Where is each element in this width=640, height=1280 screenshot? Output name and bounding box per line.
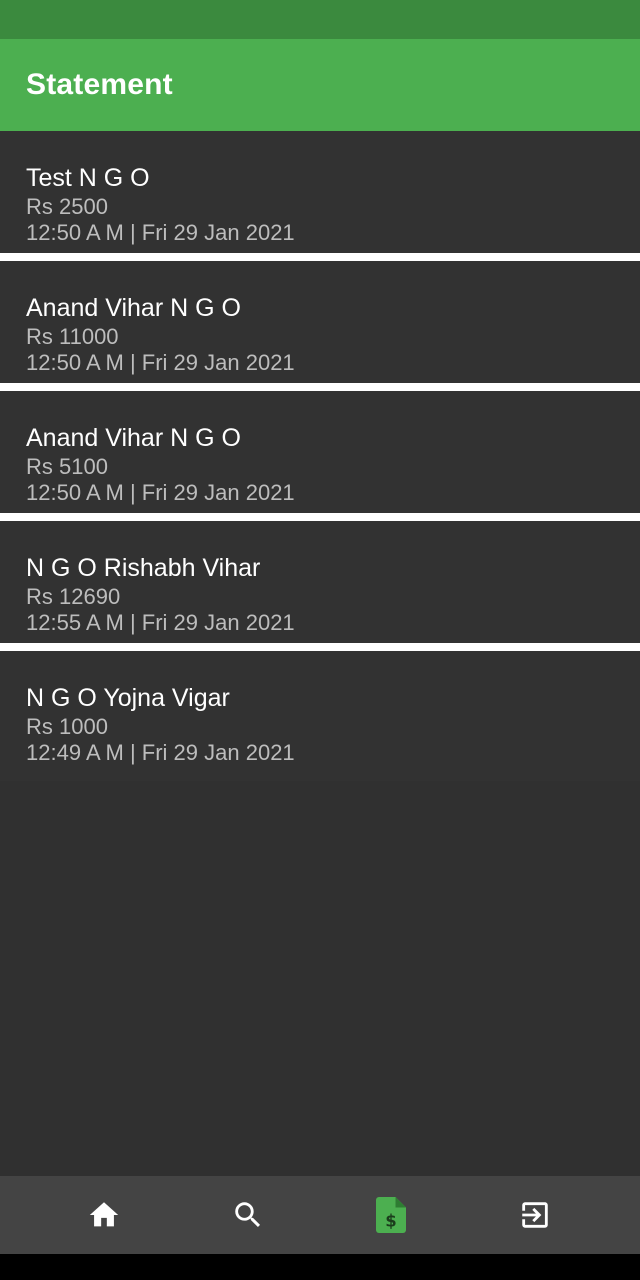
statement-item-time: 12:55 A M | Fri 29 Jan 2021 — [26, 610, 295, 635]
statement-item-name: Anand Vihar N G O — [26, 424, 241, 452]
statement-item-name: N G O Rishabh Vihar — [26, 554, 261, 582]
statement-item-time: 12:50 A M | Fri 29 Jan 2021 — [26, 220, 295, 245]
statement-list: Test N G O Rs 2500 12:50 A M | Fri 29 Ja… — [0, 131, 640, 781]
statement-item-time: 12:49 A M | Fri 29 Jan 2021 — [26, 740, 295, 765]
search-icon — [235, 1202, 261, 1228]
statement-item-amount: Rs 5100 — [26, 454, 108, 479]
status-bar — [0, 0, 640, 39]
statement-item[interactable]: Anand Vihar N G O Rs 11000 12:50 A M | F… — [0, 261, 640, 391]
nav-logout-button[interactable] — [495, 1176, 575, 1254]
app-bar: Statement — [0, 39, 640, 131]
statement-item[interactable]: N G O Yojna Vigar Rs 1000 12:49 A M | Fr… — [0, 651, 640, 781]
home-icon — [89, 1202, 119, 1227]
statement-item-amount: Rs 1000 — [26, 714, 108, 739]
statement-item-amount: Rs 2500 — [26, 194, 108, 219]
nav-home-button[interactable] — [64, 1176, 144, 1254]
system-navigation-bar — [0, 1254, 640, 1280]
statement-item-amount: Rs 11000 — [26, 324, 119, 349]
statement-item-time: 12:50 A M | Fri 29 Jan 2021 — [26, 350, 295, 375]
bottom-nav: $ — [0, 1176, 640, 1254]
statement-document-icon: $ — [376, 1197, 406, 1233]
statement-item-time: 12:50 A M | Fri 29 Jan 2021 — [26, 480, 295, 505]
statement-item[interactable]: N G O Rishabh Vihar Rs 12690 12:55 A M |… — [0, 521, 640, 651]
nav-statement-button[interactable]: $ — [351, 1176, 431, 1254]
statement-item-name: N G O Yojna Vigar — [26, 684, 230, 712]
statement-item[interactable]: Test N G O Rs 2500 12:50 A M | Fri 29 Ja… — [0, 131, 640, 261]
logout-icon — [522, 1202, 548, 1228]
nav-search-button[interactable] — [208, 1176, 288, 1254]
page-title: Statement — [26, 68, 173, 101]
statement-item-name: Anand Vihar N G O — [26, 294, 241, 322]
svg-text:$: $ — [385, 1211, 396, 1230]
statement-item-name: Test N G O — [26, 164, 150, 192]
statement-item[interactable]: Anand Vihar N G O Rs 5100 12:50 A M | Fr… — [0, 391, 640, 521]
statement-item-amount: Rs 12690 — [26, 584, 121, 609]
